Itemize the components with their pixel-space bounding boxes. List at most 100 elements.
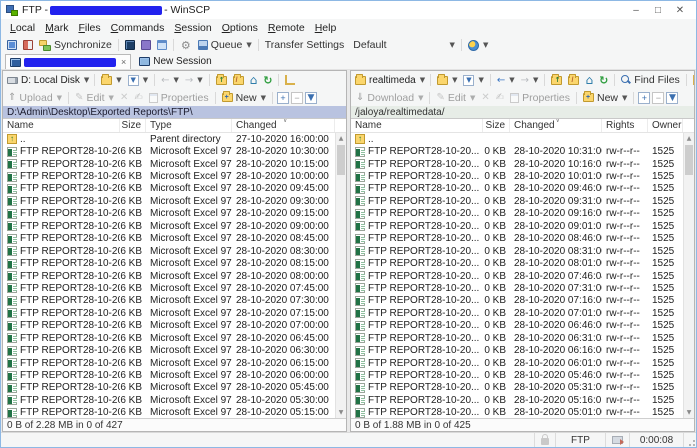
maximize-button[interactable]: □ <box>647 3 669 17</box>
filter-button[interactable]: ▼▼ <box>460 74 486 87</box>
table-row[interactable]: FTP REPORT28-10-20... 6 KB Microsoft Exc… <box>3 307 335 319</box>
upload-button[interactable]: ⇑Upload▼ <box>5 91 65 105</box>
new-button[interactable]: +New▼ <box>219 91 269 105</box>
properties-button[interactable]: Properties <box>507 91 573 105</box>
transfer-options-button[interactable]: ▼ <box>465 39 491 52</box>
column-header-name[interactable]: Name <box>351 119 483 132</box>
table-row[interactable]: FTP REPORT28-10-20... 0 KB 28-10-2020 09… <box>351 220 683 232</box>
table-row[interactable]: FTP REPORT28-10-20... 6 KB Microsoft Exc… <box>3 245 335 257</box>
table-row[interactable]: FTP REPORT28-10-20... 6 KB Microsoft Exc… <box>3 220 335 232</box>
expand-button[interactable]: + <box>277 92 289 104</box>
refresh-button[interactable]: ↻ <box>260 73 275 88</box>
explorer-view-button[interactable] <box>20 39 36 51</box>
table-row[interactable]: FTP REPORT28-10-20... 6 KB Microsoft Exc… <box>3 282 335 294</box>
queue-button[interactable]: Queue ▼ <box>195 38 255 52</box>
table-row[interactable]: FTP REPORT28-10-20... 6 KB Microsoft Exc… <box>3 158 335 170</box>
settings-button[interactable]: ⚙ <box>177 38 195 52</box>
table-row[interactable]: FTP REPORT28-10-20... 6 KB Microsoft Exc… <box>3 170 335 182</box>
local-scrollbar[interactable]: ▲ ▼ <box>335 133 346 418</box>
filter-box-icon[interactable]: ▼ <box>666 92 678 104</box>
table-row[interactable]: FTP REPORT28-10-20... 6 KB Microsoft Exc… <box>3 233 335 245</box>
menu-item-mark[interactable]: Mark <box>40 21 73 35</box>
menu-item-session[interactable]: Session <box>169 21 216 35</box>
scroll-down-icon[interactable]: ▼ <box>684 407 694 418</box>
forward-button[interactable]: →▼ <box>518 74 542 87</box>
home-directory-button[interactable]: ⌂ <box>582 72 596 88</box>
table-row[interactable]: FTP REPORT28-10-20... 0 KB 28-10-2020 05… <box>351 394 683 406</box>
root-directory-button[interactable]: / <box>565 75 582 86</box>
table-row[interactable]: FTP REPORT28-10-20... 0 KB 28-10-2020 05… <box>351 382 683 394</box>
column-header-owner[interactable]: Owner <box>648 119 683 132</box>
table-row[interactable]: FTP REPORT28-10-20... 0 KB 28-10-2020 06… <box>351 320 683 332</box>
synchronize-browsing-button[interactable] <box>154 39 170 51</box>
table-row[interactable]: FTP REPORT28-10-20... 0 KB 28-10-2020 06… <box>351 344 683 356</box>
column-header-size[interactable]: Size <box>483 119 510 132</box>
table-row[interactable]: FTP REPORT28-10-20... 6 KB Microsoft Exc… <box>3 369 335 381</box>
delete-button[interactable]: ✕ <box>117 91 131 104</box>
filter-button[interactable]: ▼▼ <box>125 74 151 87</box>
scroll-down-icon[interactable]: ▼ <box>336 407 346 418</box>
table-row[interactable]: FTP REPORT28-10-20... 0 KB 28-10-2020 06… <box>351 357 683 369</box>
menu-item-remote[interactable]: Remote <box>263 21 310 35</box>
table-row[interactable]: FTP REPORT28-10-20... 6 KB Microsoft Exc… <box>3 344 335 356</box>
minimize-button[interactable]: – <box>625 3 647 17</box>
new-session-tab[interactable]: New Session <box>135 54 215 69</box>
menu-item-local[interactable]: Local <box>5 21 40 35</box>
table-row[interactable]: FTP REPORT28-10-20... 6 KB Microsoft Exc… <box>3 257 335 269</box>
parent-directory-button[interactable]: ↑ <box>213 75 230 86</box>
column-header-changed[interactable]: Changed∨ <box>510 119 602 132</box>
collapse-button[interactable]: − <box>291 92 303 104</box>
table-row[interactable]: FTP REPORT28-10-20... 6 KB Microsoft Exc… <box>3 357 335 369</box>
table-row[interactable]: FTP REPORT28-10-20... 6 KB Microsoft Exc… <box>3 208 335 220</box>
root-directory-button[interactable]: / <box>230 75 247 86</box>
table-row[interactable]: FTP REPORT28-10-20... 0 KB 28-10-2020 10… <box>351 158 683 170</box>
properties-button[interactable]: Properties <box>146 91 212 105</box>
tree-toggle-button[interactable] <box>690 74 694 86</box>
edit-button[interactable]: ✎Edit▼ <box>72 91 117 105</box>
synchronize-button[interactable]: Synchronize <box>36 38 115 52</box>
table-row[interactable]: FTP REPORT28-10-20... 0 KB 28-10-2020 07… <box>351 295 683 307</box>
table-row[interactable]: FTP REPORT28-10-20... 0 KB 28-10-2020 09… <box>351 183 683 195</box>
scrollbar-thumb[interactable] <box>685 145 693 175</box>
column-header-name[interactable]: Name <box>3 119 120 132</box>
delete-button[interactable]: ✕ <box>478 91 492 104</box>
remote-directory-selector[interactable]: realtimeda ▼ <box>353 74 427 87</box>
table-row[interactable]: FTP REPORT28-10-20... 0 KB 28-10-2020 05… <box>351 407 683 418</box>
table-row[interactable]: FTP REPORT28-10-20... 6 KB Microsoft Exc… <box>3 407 335 418</box>
expand-button[interactable]: + <box>638 92 650 104</box>
table-row[interactable]: FTP REPORT28-10-20... 0 KB 28-10-2020 07… <box>351 270 683 282</box>
table-row[interactable]: FTP REPORT28-10-20... 6 KB Microsoft Exc… <box>3 332 335 344</box>
find-files-button[interactable]: Find Files <box>618 73 683 87</box>
commander-view-button[interactable] <box>4 39 20 51</box>
table-row[interactable]: FTP REPORT28-10-20... 0 KB 28-10-2020 05… <box>351 369 683 381</box>
menu-item-options[interactable]: Options <box>217 21 263 35</box>
resize-grip[interactable] <box>683 433 696 447</box>
rename-button[interactable]: ✍ <box>131 91 145 104</box>
scroll-up-icon[interactable]: ▲ <box>336 133 346 144</box>
rename-button[interactable]: ✍ <box>493 91 507 104</box>
open-directory-button[interactable]: ▼ <box>434 75 460 86</box>
filter-box-icon[interactable]: ▼ <box>305 92 317 104</box>
table-row[interactable]: FTP REPORT28-10-20... 0 KB 28-10-2020 07… <box>351 307 683 319</box>
download-button[interactable]: ⇓Download▼ <box>353 91 426 105</box>
table-row[interactable]: FTP REPORT28-10-20... 6 KB Microsoft Exc… <box>3 183 335 195</box>
back-button[interactable]: ←▼ <box>494 74 518 87</box>
scroll-up-icon[interactable]: ▲ <box>684 133 694 144</box>
table-row[interactable]: FTP REPORT28-10-20... 0 KB 28-10-2020 06… <box>351 332 683 344</box>
menu-item-files[interactable]: Files <box>73 21 105 35</box>
session-tab[interactable]: × <box>5 54 131 69</box>
menu-item-help[interactable]: Help <box>310 21 342 35</box>
back-button[interactable]: ←▼ <box>158 74 182 87</box>
open-directory-button[interactable]: ▼ <box>98 75 124 86</box>
table-row[interactable]: FTP REPORT28-10-20... 6 KB Microsoft Exc… <box>3 195 335 207</box>
refresh-button[interactable]: ↻ <box>596 73 611 88</box>
close-button[interactable]: ✕ <box>669 3 691 17</box>
edit-button[interactable]: ✎Edit▼ <box>433 91 478 105</box>
console-button[interactable] <box>122 39 138 51</box>
table-row[interactable]: FTP REPORT28-10-20... 0 KB 28-10-2020 10… <box>351 145 683 157</box>
table-row[interactable]: .. <box>351 133 683 145</box>
column-header-size[interactable]: Size <box>120 119 146 132</box>
table-row[interactable]: FTP REPORT28-10-20... 6 KB Microsoft Exc… <box>3 145 335 157</box>
table-row[interactable]: FTP REPORT28-10-20... 6 KB Microsoft Exc… <box>3 295 335 307</box>
table-row[interactable]: FTP REPORT28-10-20... 0 KB 28-10-2020 07… <box>351 282 683 294</box>
